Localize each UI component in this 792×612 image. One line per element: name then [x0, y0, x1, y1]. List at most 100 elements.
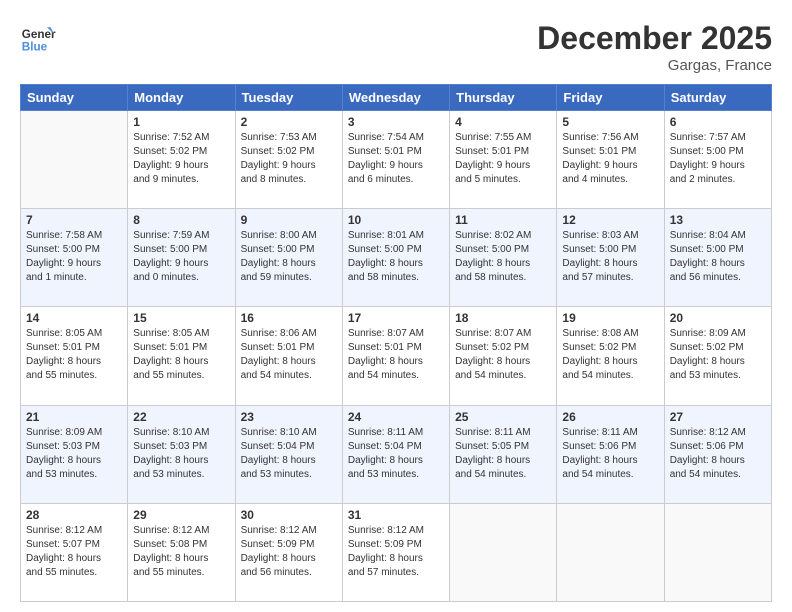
day-info: Sunrise: 7:58 AM Sunset: 5:00 PM Dayligh…: [26, 229, 122, 285]
day-info: Sunrise: 8:09 AM Sunset: 5:02 PM Dayligh…: [670, 327, 766, 383]
calendar-cell: 11 Sunrise: 8:02 AM Sunset: 5:00 PM Dayli…: [450, 209, 557, 307]
weekday-header-monday: Monday: [128, 85, 235, 111]
day-number: 14: [26, 311, 122, 325]
day-info: Sunrise: 8:12 AM Sunset: 5:06 PM Dayligh…: [670, 426, 766, 482]
day-number: 29: [133, 508, 229, 522]
day-info: Sunrise: 8:12 AM Sunset: 5:07 PM Dayligh…: [26, 524, 122, 580]
day-number: 11: [455, 213, 551, 227]
day-info: Sunrise: 8:09 AM Sunset: 5:03 PM Dayligh…: [26, 426, 122, 482]
day-info: Sunrise: 8:12 AM Sunset: 5:09 PM Dayligh…: [241, 524, 337, 580]
calendar-cell: 30 Sunrise: 8:12 AM Sunset: 5:09 PM Dayli…: [235, 503, 342, 601]
calendar-cell: 13 Sunrise: 8:04 AM Sunset: 5:00 PM Dayli…: [664, 209, 771, 307]
day-info: Sunrise: 7:52 AM Sunset: 5:02 PM Dayligh…: [133, 131, 229, 187]
day-info: Sunrise: 8:02 AM Sunset: 5:00 PM Dayligh…: [455, 229, 551, 285]
day-info: Sunrise: 8:01 AM Sunset: 5:00 PM Dayligh…: [348, 229, 444, 285]
calendar-week-5: 28 Sunrise: 8:12 AM Sunset: 5:07 PM Dayli…: [21, 503, 772, 601]
day-info: Sunrise: 7:53 AM Sunset: 5:02 PM Dayligh…: [241, 131, 337, 187]
calendar-cell: 3 Sunrise: 7:54 AM Sunset: 5:01 PM Daylig…: [342, 111, 449, 209]
day-info: Sunrise: 8:12 AM Sunset: 5:09 PM Dayligh…: [348, 524, 444, 580]
day-info: Sunrise: 8:04 AM Sunset: 5:00 PM Dayligh…: [670, 229, 766, 285]
calendar-week-4: 21 Sunrise: 8:09 AM Sunset: 5:03 PM Dayli…: [21, 405, 772, 503]
day-number: 19: [562, 311, 658, 325]
day-info: Sunrise: 7:56 AM Sunset: 5:01 PM Dayligh…: [562, 131, 658, 187]
day-number: 4: [455, 115, 551, 129]
day-number: 7: [26, 213, 122, 227]
day-number: 25: [455, 410, 551, 424]
title-block: December 2025 Gargas, France: [537, 20, 772, 74]
day-info: Sunrise: 8:06 AM Sunset: 5:01 PM Dayligh…: [241, 327, 337, 383]
day-info: Sunrise: 8:11 AM Sunset: 5:04 PM Dayligh…: [348, 426, 444, 482]
day-number: 2: [241, 115, 337, 129]
logo: General Blue: [20, 20, 56, 56]
weekday-header-friday: Friday: [557, 85, 664, 111]
day-number: 20: [670, 311, 766, 325]
calendar-cell: 20 Sunrise: 8:09 AM Sunset: 5:02 PM Dayli…: [664, 307, 771, 405]
day-number: 17: [348, 311, 444, 325]
calendar-cell: 7 Sunrise: 7:58 AM Sunset: 5:00 PM Daylig…: [21, 209, 128, 307]
calendar-cell: [450, 503, 557, 601]
day-number: 24: [348, 410, 444, 424]
day-number: 30: [241, 508, 337, 522]
calendar-cell: 27 Sunrise: 8:12 AM Sunset: 5:06 PM Dayli…: [664, 405, 771, 503]
calendar-cell: 22 Sunrise: 8:10 AM Sunset: 5:03 PM Dayli…: [128, 405, 235, 503]
calendar-cell: 12Sunrise: 8:03 AM Sunset: 5:00 PM Dayli…: [557, 209, 664, 307]
calendar-cell: 24 Sunrise: 8:11 AM Sunset: 5:04 PM Dayli…: [342, 405, 449, 503]
day-info: Sunrise: 8:11 AM Sunset: 5:06 PM Dayligh…: [562, 426, 658, 482]
calendar-cell: 15Sunrise: 8:05 AM Sunset: 5:01 PM Dayli…: [128, 307, 235, 405]
day-info: Sunrise: 8:03 AM Sunset: 5:00 PM Dayligh…: [562, 229, 658, 285]
calendar-cell: 14 Sunrise: 8:05 AM Sunset: 5:01 PM Dayli…: [21, 307, 128, 405]
calendar-cell: 25 Sunrise: 8:11 AM Sunset: 5:05 PM Dayli…: [450, 405, 557, 503]
day-info: Sunrise: 8:05 AM Sunset: 5:01 PM Dayligh…: [26, 327, 122, 383]
day-number: 10: [348, 213, 444, 227]
calendar-cell: [664, 503, 771, 601]
day-info: Sunrise: 8:12 AM Sunset: 5:08 PM Dayligh…: [133, 524, 229, 580]
day-info: Sunrise: 7:55 AM Sunset: 5:01 PM Dayligh…: [455, 131, 551, 187]
day-info: Sunrise: 7:54 AM Sunset: 5:01 PM Dayligh…: [348, 131, 444, 187]
day-info: Sunrise: 8:08 AM Sunset: 5:02 PM Dayligh…: [562, 327, 658, 383]
calendar-cell: 21 Sunrise: 8:09 AM Sunset: 5:03 PM Dayli…: [21, 405, 128, 503]
logo-icon: General Blue: [20, 20, 56, 56]
day-number: 8: [133, 213, 229, 227]
calendar-week-1: 1Sunrise: 7:52 AM Sunset: 5:02 PM Daylig…: [21, 111, 772, 209]
weekday-header-tuesday: Tuesday: [235, 85, 342, 111]
day-number: 5: [562, 115, 658, 129]
day-number: 6: [670, 115, 766, 129]
day-number: 31: [348, 508, 444, 522]
calendar-cell: 9 Sunrise: 8:00 AM Sunset: 5:00 PM Daylig…: [235, 209, 342, 307]
day-number: 22: [133, 410, 229, 424]
day-number: 13: [670, 213, 766, 227]
calendar-week-2: 7 Sunrise: 7:58 AM Sunset: 5:00 PM Daylig…: [21, 209, 772, 307]
day-info: Sunrise: 8:10 AM Sunset: 5:04 PM Dayligh…: [241, 426, 337, 482]
weekday-header-saturday: Saturday: [664, 85, 771, 111]
day-number: 28: [26, 508, 122, 522]
calendar-cell: 2 Sunrise: 7:53 AM Sunset: 5:02 PM Daylig…: [235, 111, 342, 209]
weekday-header-sunday: Sunday: [21, 85, 128, 111]
calendar-cell: 29 Sunrise: 8:12 AM Sunset: 5:08 PM Dayli…: [128, 503, 235, 601]
day-number: 15: [133, 311, 229, 325]
day-info: Sunrise: 8:07 AM Sunset: 5:02 PM Dayligh…: [455, 327, 551, 383]
day-info: Sunrise: 8:10 AM Sunset: 5:03 PM Dayligh…: [133, 426, 229, 482]
day-number: 27: [670, 410, 766, 424]
weekday-header-wednesday: Wednesday: [342, 85, 449, 111]
calendar-cell: 6Sunrise: 7:57 AM Sunset: 5:00 PM Daylig…: [664, 111, 771, 209]
calendar-cell: [21, 111, 128, 209]
day-number: 23: [241, 410, 337, 424]
day-number: 26: [562, 410, 658, 424]
calendar-week-3: 14 Sunrise: 8:05 AM Sunset: 5:01 PM Dayli…: [21, 307, 772, 405]
day-number: 18: [455, 311, 551, 325]
svg-text:Blue: Blue: [22, 41, 48, 54]
calendar-cell: 18 Sunrise: 8:07 AM Sunset: 5:02 PM Dayli…: [450, 307, 557, 405]
day-number: 3: [348, 115, 444, 129]
page-title: December 2025: [537, 20, 772, 57]
calendar-cell: 26 Sunrise: 8:11 AM Sunset: 5:06 PM Dayli…: [557, 405, 664, 503]
weekday-header-row: SundayMondayTuesdayWednesdayThursdayFrid…: [21, 85, 772, 111]
calendar-cell: 8Sunrise: 7:59 AM Sunset: 5:00 PM Daylig…: [128, 209, 235, 307]
day-number: 16: [241, 311, 337, 325]
day-number: 21: [26, 410, 122, 424]
day-info: Sunrise: 8:11 AM Sunset: 5:05 PM Dayligh…: [455, 426, 551, 482]
day-info: Sunrise: 8:00 AM Sunset: 5:00 PM Dayligh…: [241, 229, 337, 285]
calendar-cell: [557, 503, 664, 601]
day-number: 9: [241, 213, 337, 227]
calendar-cell: 4 Sunrise: 7:55 AM Sunset: 5:01 PM Daylig…: [450, 111, 557, 209]
calendar-cell: 1Sunrise: 7:52 AM Sunset: 5:02 PM Daylig…: [128, 111, 235, 209]
